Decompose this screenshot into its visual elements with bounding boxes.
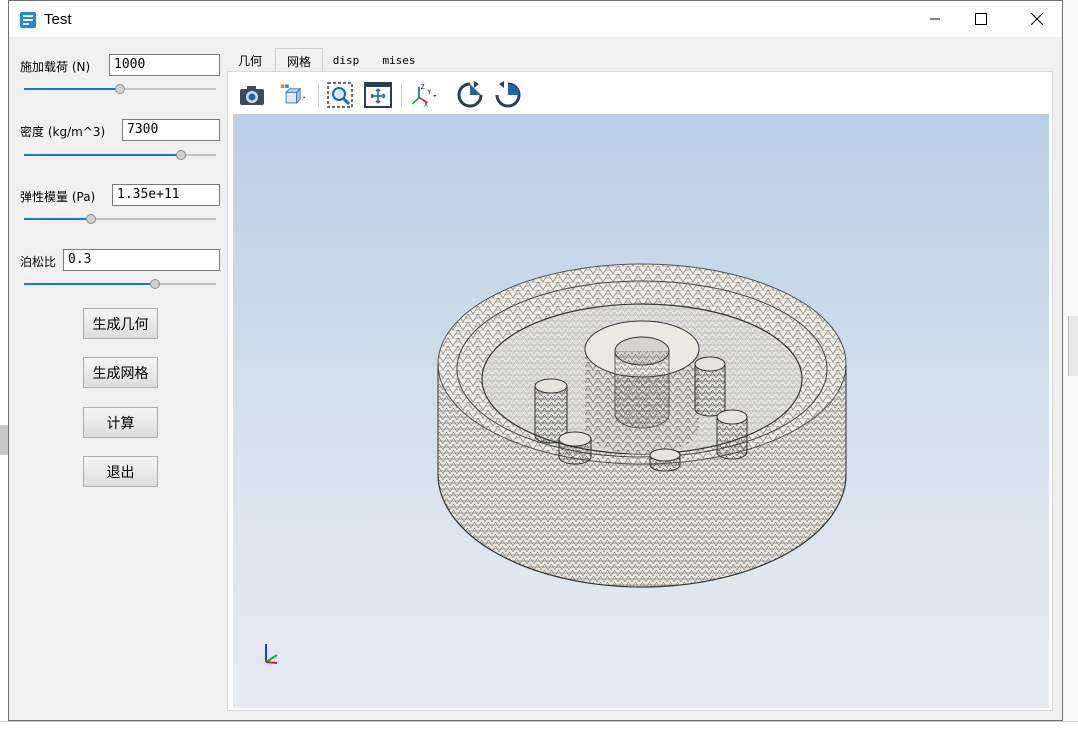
poisson-slider-thumb[interactable] — [149, 279, 160, 289]
rotate-right-icon[interactable] — [493, 80, 523, 110]
zoom-box-icon[interactable] — [325, 80, 355, 110]
desktop-left-edge — [0, 0, 8, 731]
close-icon — [1031, 13, 1043, 25]
modulus-slider[interactable] — [24, 214, 216, 224]
tab-mesh[interactable]: 网格 — [275, 48, 323, 73]
load-label: 施加载荷 (N) — [20, 60, 91, 74]
tab-disp[interactable]: disp — [327, 48, 365, 72]
axis-view-icon[interactable]: Z Y X — [409, 80, 439, 110]
background-window-strip — [1068, 316, 1078, 376]
3d-viewport[interactable] — [233, 114, 1049, 708]
poisson-label: 泊松比 — [20, 255, 57, 269]
axis-label-y: Y — [426, 90, 431, 96]
density-slider[interactable] — [24, 150, 216, 160]
camera-icon[interactable] — [237, 80, 267, 110]
modulus-input[interactable]: 1.35e+11 — [112, 184, 220, 206]
modulus-slider-thumb[interactable] — [86, 214, 97, 224]
generate-mesh-button[interactable]: 生成网格 — [83, 357, 158, 388]
load-input[interactable]: 1000 — [109, 54, 220, 76]
load-slider-thumb[interactable] — [115, 84, 125, 94]
axis-label-z: Z — [421, 85, 425, 91]
minimize-icon — [930, 18, 940, 20]
exit-button[interactable]: 退出 — [83, 456, 158, 487]
display-mode-icon[interactable] — [279, 80, 309, 110]
poisson-input[interactable]: 0.3 — [63, 249, 220, 271]
title-bar: Test — [9, 1, 1062, 37]
density-label: 密度 (kg/m^3) — [20, 125, 106, 139]
rotate-left-icon[interactable] — [455, 80, 485, 110]
desktop-background-block — [0, 425, 8, 455]
tab-geometry[interactable]: 几何 — [231, 48, 269, 72]
app-icon — [20, 12, 36, 28]
desktop-bottom-edge — [0, 721, 1078, 732]
modulus-label: 弹性模量 (Pa) — [20, 190, 96, 204]
poisson-slider[interactable] — [24, 279, 216, 289]
load-slider[interactable] — [24, 84, 216, 94]
axis-triad-icon — [265, 644, 278, 664]
mesh-model — [265, 263, 847, 664]
desktop-right-edge — [1063, 0, 1078, 731]
window-title: Test — [44, 11, 72, 28]
minimize-button[interactable] — [912, 1, 958, 37]
density-input[interactable]: 7300 — [122, 119, 220, 141]
compute-button[interactable]: 计算 — [83, 407, 158, 438]
maximize-button[interactable] — [958, 1, 1004, 37]
app-window: Test 施加载荷 (N) 1000 密度 (kg/m^3) 7300 弹性模量… — [8, 0, 1063, 721]
axis-label-x: X — [424, 103, 428, 109]
density-slider-thumb[interactable] — [176, 150, 187, 160]
view-toolbar: Z Y X — [233, 77, 1049, 113]
close-button[interactable] — [1014, 1, 1060, 37]
tab-mises[interactable]: mises — [377, 48, 421, 72]
maximize-icon — [975, 13, 987, 25]
fit-all-icon[interactable] — [363, 80, 393, 110]
generate-geometry-button[interactable]: 生成几何 — [83, 308, 158, 339]
